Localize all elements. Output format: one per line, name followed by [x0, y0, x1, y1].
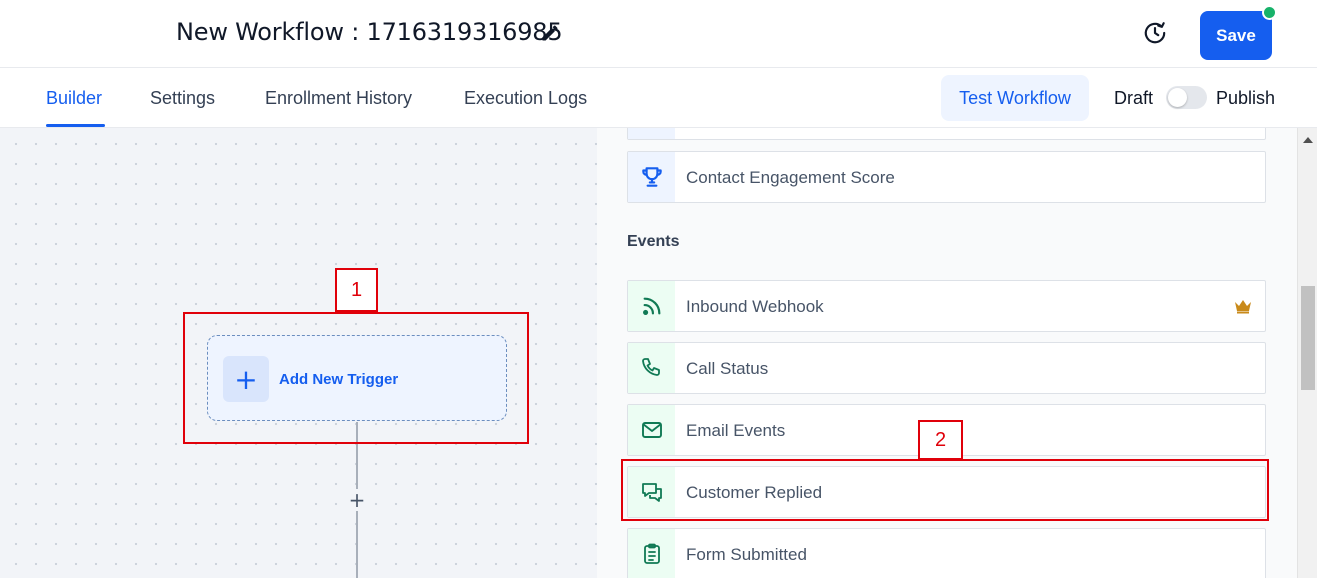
pencil-icon[interactable]: [540, 23, 560, 43]
active-tab-indicator: [46, 124, 105, 127]
toggle-knob: [1168, 88, 1187, 107]
item-icon-partial: [628, 128, 675, 139]
trigger-item-label: Inbound Webhook: [686, 297, 824, 316]
events-heading: Events: [627, 233, 680, 250]
draft-label: Draft: [1114, 88, 1154, 108]
panel-scrollbar[interactable]: [1297, 128, 1317, 578]
tab-execution-logs[interactable]: Execution Logs: [464, 88, 587, 109]
trigger-item-label: Call Status: [686, 359, 769, 378]
annotation-box-add-trigger: [183, 312, 529, 444]
trigger-item-call-status[interactable]: Call Status: [627, 342, 1266, 394]
add-step-button[interactable]: +: [346, 488, 368, 512]
tab-builder[interactable]: Builder: [46, 88, 102, 109]
clipboard-icon: [628, 529, 675, 578]
scroll-up-arrow-icon[interactable]: [1303, 137, 1313, 143]
webhook-icon: [628, 281, 675, 331]
top-header: New Workflow : 1716319316985 Save: [0, 0, 1317, 68]
trigger-item-contact-engagement-score[interactable]: Contact Engagement Score: [627, 151, 1266, 203]
scrollbar-thumb[interactable]: [1301, 286, 1315, 390]
trigger-item-inbound-webhook[interactable]: Inbound Webhook: [627, 280, 1266, 332]
annotation-tag-2: 2: [918, 420, 963, 460]
trigger-item-label: Contact Engagement Score: [686, 168, 895, 187]
annotation-tag-1: 1: [335, 268, 378, 312]
publish-toggle[interactable]: [1166, 86, 1207, 109]
trophy-icon: [628, 152, 675, 202]
workflow-tabs-bar: Builder Settings Enrollment History Exec…: [0, 68, 1317, 128]
workflow-title: New Workflow : 1716319316985: [176, 18, 563, 46]
test-workflow-button[interactable]: Test Workflow: [941, 75, 1089, 121]
trigger-item-form-submitted[interactable]: Form Submitted: [627, 528, 1266, 578]
history-icon[interactable]: [1142, 20, 1168, 46]
trigger-item-label: Email Events: [686, 421, 786, 440]
tab-enrollment-history[interactable]: Enrollment History: [265, 88, 412, 109]
annotation-box-customer-replied: [621, 459, 1269, 521]
phone-icon: [628, 343, 675, 393]
tab-settings[interactable]: Settings: [150, 88, 215, 109]
status-indicator-dot: [1262, 5, 1277, 20]
mail-icon: [628, 405, 675, 455]
publish-label: Publish: [1216, 88, 1276, 108]
trigger-item-label: Form Submitted: [686, 545, 807, 564]
list-item-partial[interactable]: [627, 128, 1266, 140]
crown-icon: [1233, 298, 1253, 314]
save-button[interactable]: Save: [1200, 11, 1272, 60]
